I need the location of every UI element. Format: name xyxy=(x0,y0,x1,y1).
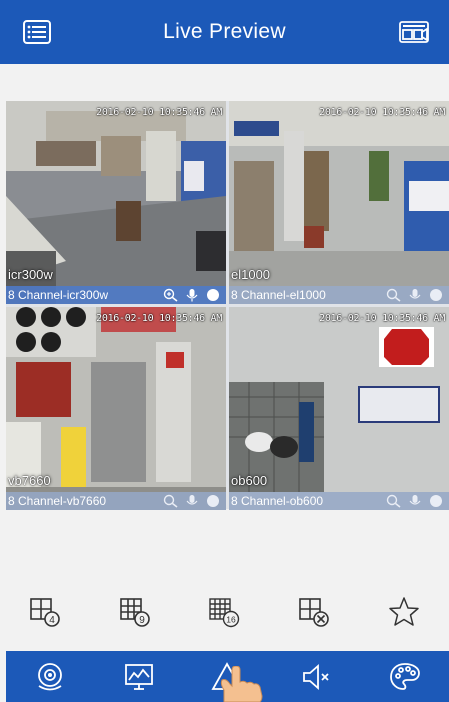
spacer xyxy=(0,64,449,101)
zoom-icon[interactable] xyxy=(386,494,402,508)
layout-toolbar: 4 9 16 xyxy=(0,588,449,636)
timestamp: 2016-02-10 10:35:46 AM xyxy=(96,313,222,324)
channel-bar: 8 Channel-ob600 xyxy=(229,492,449,510)
app-header: Live Preview xyxy=(0,0,449,64)
channel-bar: 8 Channel-icr300w xyxy=(6,286,226,304)
video-tile-3[interactable]: 2016-02-10 10:35:46 AM vb7660 8 Channel-… xyxy=(6,307,226,510)
timestamp: 2016-02-10 10:35:46 AM xyxy=(319,313,445,324)
record-icon[interactable] xyxy=(428,288,444,302)
video-tile-4[interactable]: 2016-02-10 10:35:46 AM ob600 8 Channel-o… xyxy=(229,307,449,510)
grid-4-icon[interactable]: 4 xyxy=(25,592,65,632)
star-icon[interactable] xyxy=(384,592,424,632)
camera-label: icr300w xyxy=(8,267,53,282)
video-grid: 2016-02-10 10:35:46 AM icr300w 8 Channel… xyxy=(6,101,449,510)
timestamp: 2016-02-10 10:35:46 AM xyxy=(96,107,222,118)
monitor-chart-icon[interactable] xyxy=(117,655,161,699)
record-icon[interactable] xyxy=(205,494,221,508)
record-icon[interactable] xyxy=(205,288,221,302)
page-title: Live Preview xyxy=(163,20,286,43)
microphone-icon[interactable] xyxy=(407,288,423,302)
grid-9-icon[interactable]: 9 xyxy=(115,592,155,632)
channel-bar: 8 Channel-vb7660 xyxy=(6,492,226,510)
palette-icon[interactable] xyxy=(383,655,427,699)
camera-label: el1000 xyxy=(231,267,271,282)
timestamp: 2016-02-10 10:35:46 AM xyxy=(319,107,445,118)
channel-bar: 8 Channel-el1000 xyxy=(229,286,449,304)
preview-view-icon[interactable] xyxy=(399,18,429,46)
channel-label: 8 Channel-ob600 xyxy=(231,494,324,508)
video-tile-2[interactable]: 2016-02-10 10:35:46 AM el1000 8 Channel-… xyxy=(229,101,449,304)
channel-label: 8 Channel-el1000 xyxy=(231,288,326,302)
list-menu-icon[interactable] xyxy=(22,18,52,46)
channel-label: 8 Channel-icr300w xyxy=(8,288,109,302)
mute-icon[interactable] xyxy=(294,655,338,699)
channel-label: 8 Channel-vb7660 xyxy=(8,494,107,508)
camera-label: vb7660 xyxy=(8,473,51,488)
tap-hand-icon xyxy=(220,666,263,702)
zoom-icon[interactable] xyxy=(163,288,179,302)
grid-4-badge: 4 xyxy=(49,615,55,626)
zoom-icon[interactable] xyxy=(386,288,402,302)
eye-icon[interactable] xyxy=(28,655,72,699)
microphone-icon[interactable] xyxy=(184,288,200,302)
grid-16-icon[interactable]: 16 xyxy=(204,592,244,632)
grid-close-icon[interactable] xyxy=(294,592,334,632)
grid-9-badge: 9 xyxy=(139,615,145,626)
zoom-icon[interactable] xyxy=(163,494,179,508)
video-tile-1[interactable]: 2016-02-10 10:35:46 AM icr300w 8 Channel… xyxy=(6,101,226,304)
camera-label: ob600 xyxy=(231,473,268,488)
grid-16-badge: 16 xyxy=(227,615,237,625)
microphone-icon[interactable] xyxy=(407,494,423,508)
record-icon[interactable] xyxy=(428,494,444,508)
microphone-icon[interactable] xyxy=(184,494,200,508)
